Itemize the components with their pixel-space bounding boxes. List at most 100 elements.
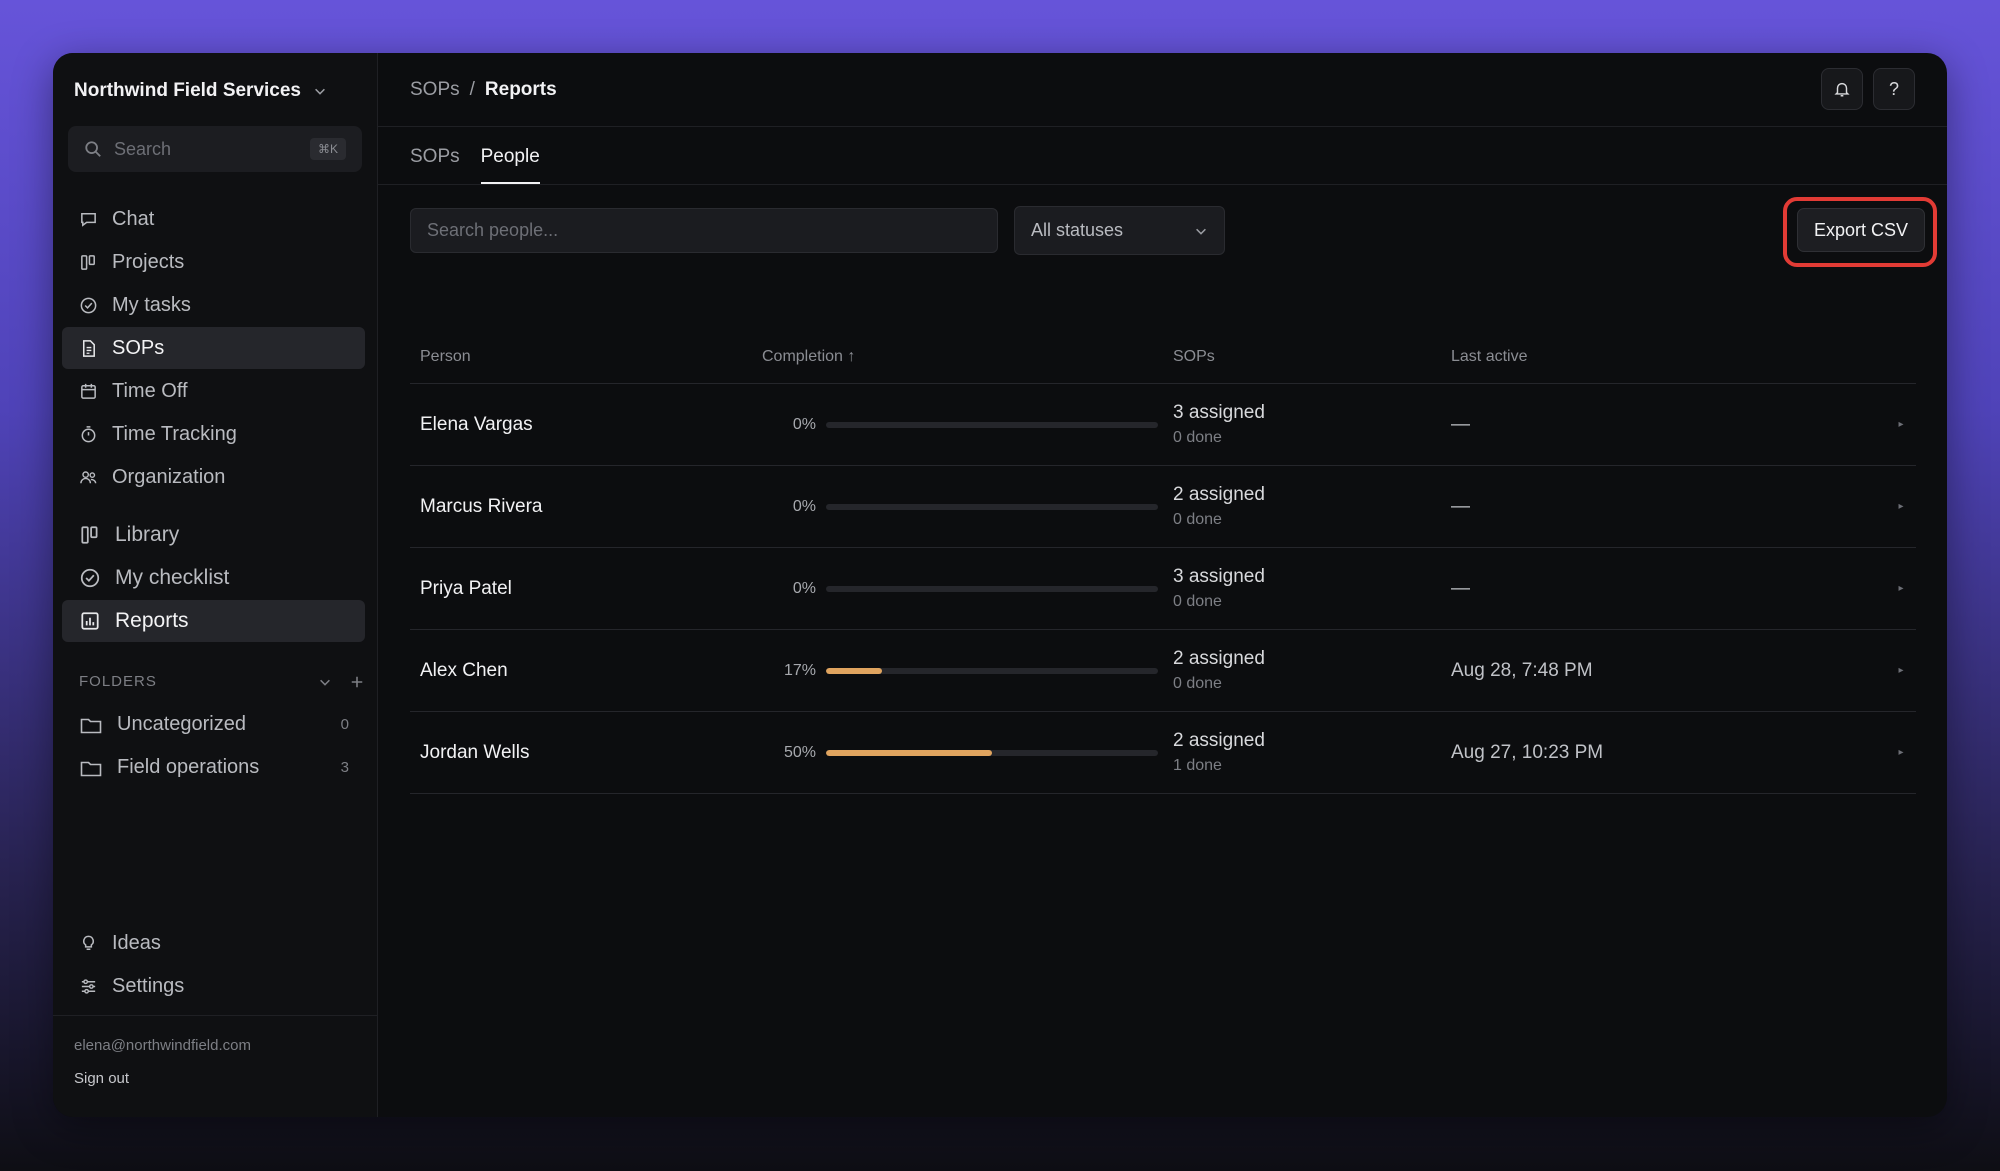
sops-cell: 2 assigned 1 done — [1173, 730, 1451, 775]
sidebar-item-label: My checklist — [115, 566, 230, 589]
sidebar-item-label: SOPs — [112, 336, 165, 359]
workspace-name: Northwind Field Services — [74, 80, 301, 101]
column-completion-label: Completion ↑ — [762, 348, 856, 365]
tab-sops[interactable]: SOPs — [410, 146, 460, 184]
export-csv-button[interactable]: Export CSV — [1797, 208, 1925, 252]
row-expand-icon[interactable]: ▸ — [1886, 501, 1916, 512]
user-email: elena@northwindfield.com — [74, 1037, 251, 1054]
sidebar-item-sops[interactable]: SOPs — [62, 327, 365, 369]
sidebar-item-ideas[interactable]: Ideas — [62, 922, 365, 964]
workspace-switcher[interactable]: Northwind Field Services — [74, 80, 327, 102]
chevron-down-icon — [315, 88, 325, 95]
completion-progress-fill — [826, 667, 883, 674]
sidebar-item-settings[interactable]: Settings — [62, 965, 365, 1007]
table-row[interactable]: Elena Vargas 0% 3 assigned 0 done — ▸ — [410, 384, 1916, 466]
sops-cell: 3 assigned 0 done — [1173, 566, 1451, 611]
folder-list: Uncategorized 0 Field operations 3 — [62, 703, 365, 789]
column-completion[interactable]: Completion ↑ — [762, 348, 1173, 366]
row-expand-icon[interactable]: ▸ — [1886, 419, 1916, 430]
column-last-active[interactable]: Last active — [1451, 348, 1886, 366]
sops-done: 0 done — [1173, 675, 1222, 692]
sops-done: 0 done — [1173, 593, 1222, 610]
folder-item-uncategorized[interactable]: Uncategorized 0 — [62, 703, 365, 746]
sops-assigned: 2 assigned — [1173, 730, 1265, 751]
person-name: Jordan Wells — [420, 741, 530, 763]
bell-icon — [1834, 82, 1850, 97]
completion-cell: 0% — [762, 580, 1173, 598]
completion-progress-bar — [826, 421, 1158, 428]
folder-item-field-operations[interactable]: Field operations 3 — [62, 746, 365, 789]
completion-percent: 17% — [783, 661, 816, 679]
completion-percent: 0% — [792, 579, 816, 597]
sidebar-item-projects[interactable]: Projects — [62, 241, 365, 283]
completion-cell: 50% — [762, 744, 1173, 762]
sign-out-link[interactable]: Sign out — [74, 1070, 356, 1087]
row-expand-icon[interactable]: ▸ — [1886, 747, 1916, 758]
sidebar-item-chat[interactable]: Chat — [62, 198, 365, 240]
table-row[interactable]: Priya Patel 0% 3 assigned 0 done — ▸ — [410, 548, 1916, 630]
sidebar-item-label: Reports — [115, 609, 189, 632]
plus-icon[interactable] — [350, 675, 364, 689]
document-icon — [82, 339, 95, 357]
status-filter-value: All statuses — [1031, 220, 1124, 240]
sidebar-item-reports[interactable]: Reports — [62, 600, 365, 642]
sidebar-item-library[interactable]: Library — [62, 514, 365, 556]
secondary-nav: Library My checklist Reports — [62, 514, 365, 643]
folders-header: FOLDERS — [79, 673, 364, 690]
sidebar-item-label: Time Tracking — [112, 422, 237, 445]
sops-done: 0 done — [1173, 429, 1222, 446]
completion-percent: 0% — [792, 415, 816, 433]
sidebar-item-label: My tasks — [112, 293, 191, 316]
sliders-icon — [81, 978, 96, 994]
breadcrumb-parent[interactable]: SOPs — [410, 79, 460, 101]
sidebar-item-label: Chat — [112, 207, 155, 230]
tab-bar: SOPs People — [378, 127, 1947, 185]
search-people-input[interactable]: Search people... — [410, 208, 998, 253]
row-expand-icon[interactable]: ▸ — [1886, 665, 1916, 676]
app-window: Northwind Field Services Search ⌘K Chat … — [53, 53, 1947, 1117]
sidebar-item-time-off[interactable]: Time Off — [62, 370, 365, 412]
folder-count: 0 — [340, 716, 349, 733]
breadcrumb: SOPs / Reports — [410, 79, 557, 101]
sidebar-item-my-checklist[interactable]: My checklist — [62, 557, 365, 599]
person-name: Marcus Rivera — [420, 495, 543, 517]
sops-assigned: 3 assigned — [1173, 566, 1265, 587]
table-row[interactable]: Marcus Rivera 0% 2 assigned 0 done — ▸ — [410, 466, 1916, 548]
sidebar-item-organization[interactable]: Organization — [62, 456, 365, 498]
completion-progress-bar — [826, 667, 1158, 674]
status-filter-select[interactable]: All statuses — [1014, 206, 1225, 255]
sidebar-search[interactable]: Search ⌘K — [68, 126, 362, 172]
sidebar-item-time-tracking[interactable]: Time Tracking — [62, 413, 365, 455]
completion-cell: 0% — [762, 498, 1173, 516]
table-row[interactable]: Alex Chen 17% 2 assigned 0 done Aug 28, … — [410, 630, 1916, 712]
notifications-button[interactable] — [1821, 68, 1863, 110]
search-icon — [85, 141, 101, 157]
top-bar: SOPs / Reports ? — [378, 53, 1947, 127]
row-expand-icon[interactable]: ▸ — [1886, 583, 1916, 594]
breadcrumb-separator: / — [469, 78, 475, 100]
completion-cell: 17% — [762, 662, 1173, 680]
sidebar-footer: elena@northwindfield.com Sign out — [53, 1015, 377, 1117]
sops-done: 0 done — [1173, 511, 1222, 528]
breadcrumb-current: Reports — [484, 78, 557, 100]
folders-heading: FOLDERS — [79, 673, 157, 690]
help-button[interactable]: ? — [1873, 68, 1915, 110]
column-sops[interactable]: SOPs — [1173, 348, 1451, 366]
report-icon — [81, 612, 99, 630]
help-icon: ? — [1888, 78, 1899, 99]
folder-label: Field operations — [117, 756, 260, 778]
sidebar-item-label: Projects — [112, 250, 185, 273]
column-person[interactable]: Person — [410, 348, 762, 366]
table-row[interactable]: Jordan Wells 50% 2 assigned 1 done Aug 2… — [410, 712, 1916, 794]
tab-people[interactable]: People — [480, 146, 540, 184]
check-circle-icon — [80, 568, 100, 588]
sops-assigned: 2 assigned — [1173, 648, 1265, 669]
chevron-down-icon[interactable] — [318, 675, 332, 689]
completion-progress-bar — [826, 749, 1158, 756]
completion-progress-bar — [826, 503, 1158, 510]
chat-icon — [81, 212, 96, 227]
last-active: Aug 28, 7:48 PM — [1451, 659, 1593, 681]
sidebar-item-my-tasks[interactable]: My tasks — [62, 284, 365, 326]
sidebar-item-label: Library — [115, 523, 180, 546]
last-active: — — [1451, 495, 1470, 517]
